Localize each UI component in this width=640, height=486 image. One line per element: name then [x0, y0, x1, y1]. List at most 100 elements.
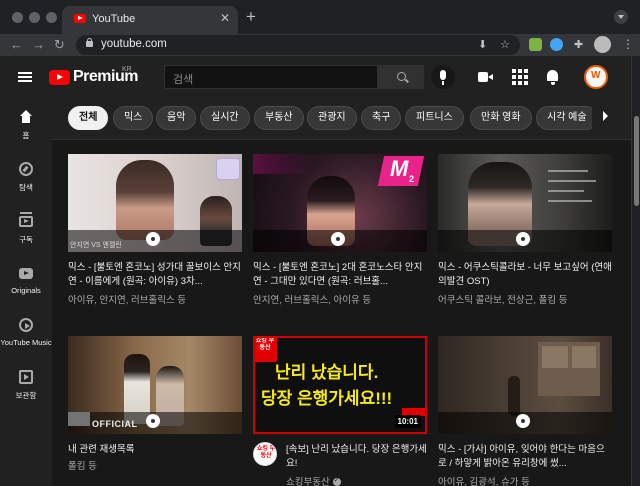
search-input[interactable]: 검색	[164, 65, 378, 89]
sidebar-item-library[interactable]: 보관함	[0, 358, 52, 412]
tab-title: YouTube	[92, 13, 136, 25]
extensions-puzzle-icon[interactable]: ✚	[574, 38, 583, 51]
reload-icon[interactable]: ↻	[54, 37, 65, 53]
sidebar-item-subscriptions[interactable]: 구독	[0, 202, 52, 256]
home-icon	[19, 110, 33, 124]
thumbnail-headline-2: 당장 은행가세요!!!	[261, 389, 393, 408]
sidebar-item-youtube-music[interactable]: YouTube Music	[0, 306, 52, 360]
channel-name-row: 쇼킹부동산	[286, 474, 341, 486]
chip-mix[interactable]: 믹스	[113, 106, 154, 130]
extension-icon[interactable]	[529, 38, 542, 51]
tab-search-icon[interactable]	[614, 10, 628, 24]
video-meta: 아이유, 안지연, 러브홀릭스 등	[68, 295, 187, 306]
chip-all[interactable]: 전체	[68, 106, 109, 130]
tab-close-icon[interactable]: ✕	[220, 11, 230, 25]
library-icon	[19, 370, 33, 384]
title-bar: YouTube ✕ +	[0, 0, 640, 34]
thumbnail-headline-1: 난리 났습니다.	[275, 363, 379, 382]
official-tag: OFFICIAL	[92, 419, 138, 429]
video-meta: 어쿠스틱 콜라보, 전상근, 폴킴 등	[438, 295, 568, 306]
video-grid: 안지연 VS 엔젤린 믹스 - [불토엔 혼코노] 성가대 꿀보이스 안지연 -…	[52, 140, 631, 486]
notifications-bell-icon[interactable]	[545, 69, 561, 85]
filter-chip-bar: 전체 믹스 음악 실시간 부동산 관광지 축구 피트니스 만화 영화 시각 예술	[52, 98, 631, 140]
channel-logo-sub: 2	[409, 174, 415, 184]
create-video-icon[interactable]	[478, 69, 494, 85]
chip-tourist-spots[interactable]: 관광지	[307, 106, 357, 130]
video-title[interactable]: 믹스 - [불토엔 혼코노] 성가대 꿀보이스 안지연 - 이름에게 (원곡: …	[68, 261, 242, 289]
browser-window: YouTube ✕ + ← → ↻ youtube.com ⬇ ☆ ✚ ⋮ Pr…	[0, 0, 640, 486]
video-thumbnail[interactable]: M 2	[253, 154, 427, 252]
video-title[interactable]: 믹스 - [불토엔 혼코노] 2대 혼코노스타 안지연 - 그대만 있다면 (원…	[253, 261, 427, 289]
sidebar-item-originals[interactable]: Originals	[0, 254, 52, 308]
chevron-right-icon[interactable]	[603, 111, 608, 121]
chip-real-estate[interactable]: 부동산	[254, 106, 304, 130]
address-bar[interactable]: youtube.com ⬇ ☆	[76, 35, 520, 55]
thumbnail-channel-badge: 쇼킹 부동산	[255, 338, 275, 351]
browser-toolbar: ← → ↻ youtube.com ⬇ ☆ ✚ ⋮	[0, 34, 640, 56]
forward-arrow-icon[interactable]: →	[32, 37, 45, 53]
youtube-favicon-icon	[74, 14, 86, 23]
browser-tab[interactable]: YouTube ✕	[62, 6, 238, 34]
minimize-window-icon[interactable]	[29, 12, 40, 23]
youtube-logo-icon[interactable]	[49, 70, 70, 85]
video-title[interactable]: 믹스 - [가사] 아이유, 잊어야 한다는 마음으로 / 하얗게 밝아온 유리…	[438, 443, 612, 471]
browser-menu-icon[interactable]: ⋮	[622, 37, 634, 51]
playlist-radio-icon	[146, 414, 160, 428]
chip-bar-fade	[592, 98, 631, 139]
sidebar-item-label: 홈	[22, 131, 30, 140]
install-app-icon[interactable]: ⬇	[478, 38, 487, 51]
apps-grid-icon[interactable]	[512, 69, 528, 85]
video-meta: 아이유, 김광석, 슈가 등	[438, 477, 530, 486]
mix-radio-icon	[516, 414, 530, 428]
chip-soccer[interactable]: 축구	[361, 106, 402, 130]
mini-guide-sidebar: 홈 탐색 구독 Originals YouTube Music 보관함	[0, 98, 52, 486]
mix-radio-icon	[331, 232, 345, 246]
music-icon	[19, 318, 33, 332]
country-code: KR	[122, 66, 132, 73]
video-thumbnail[interactable]: OFFICIAL	[68, 336, 242, 434]
video-meta: 안지연, 러브홀릭스, 아이유 등	[253, 295, 372, 306]
chip-animation[interactable]: 만화 영화	[470, 106, 532, 130]
bookmark-star-icon[interactable]: ☆	[500, 38, 510, 51]
browser-profile-avatar[interactable]	[594, 36, 611, 53]
sidebar-item-label: 보관함	[15, 391, 37, 400]
mix-radio-icon	[516, 232, 530, 246]
chip-music[interactable]: 음악	[156, 106, 197, 130]
avatar-logo: W	[591, 70, 601, 81]
back-arrow-icon[interactable]: ←	[10, 37, 23, 53]
channel-logo-mark: M	[390, 156, 409, 181]
mix-radio-icon	[146, 232, 160, 246]
channel-avatar[interactable]: 쇼킹 부동산	[253, 442, 277, 466]
sidebar-item-home[interactable]: 홈	[0, 98, 52, 152]
extension-icon[interactable]	[550, 38, 563, 51]
video-thumbnail[interactable]	[438, 336, 612, 434]
video-thumbnail[interactable]	[438, 154, 612, 252]
video-thumbnail[interactable]: 쇼킹 부동산 난리 났습니다. 당장 은행가세요!!! 10:01	[253, 336, 427, 434]
chip-visual-arts[interactable]: 시각 예술	[536, 106, 598, 130]
account-avatar[interactable]: W	[584, 65, 608, 89]
video-thumbnail[interactable]: 안지연 VS 엔젤린	[68, 154, 242, 252]
maximize-window-icon[interactable]	[46, 12, 57, 23]
guide-menu-icon[interactable]	[18, 72, 32, 82]
chip-live[interactable]: 실시간	[200, 106, 250, 130]
chip-fitness[interactable]: 피트니스	[405, 106, 464, 130]
originals-icon	[19, 268, 33, 279]
video-title[interactable]: [속보] 난리 났습니다. 당장 은행가세요!	[286, 443, 427, 471]
search-button[interactable]	[378, 65, 424, 89]
search-icon	[397, 72, 406, 81]
scrollbar-thumb[interactable]	[634, 116, 639, 206]
video-duration: 10:01	[394, 415, 421, 428]
sidebar-item-label: 탐색	[19, 183, 33, 192]
lock-icon	[86, 38, 93, 47]
page-scrollbar[interactable]	[631, 56, 640, 486]
sidebar-item-label: Originals	[11, 286, 41, 295]
subscriptions-icon	[19, 212, 33, 227]
explore-icon	[19, 162, 33, 176]
video-title[interactable]: 믹스 - 어쿠스틱콜라보 - 너무 보고싶어 (연애의발견 OST)	[438, 261, 612, 289]
video-meta: 폴킴 등	[68, 461, 97, 472]
sidebar-item-explore[interactable]: 탐색	[0, 150, 52, 204]
voice-search-icon[interactable]	[431, 65, 455, 89]
close-window-icon[interactable]	[12, 12, 23, 23]
channel-name[interactable]: 쇼킹부동산	[286, 477, 330, 486]
new-tab-button[interactable]: +	[246, 8, 256, 25]
